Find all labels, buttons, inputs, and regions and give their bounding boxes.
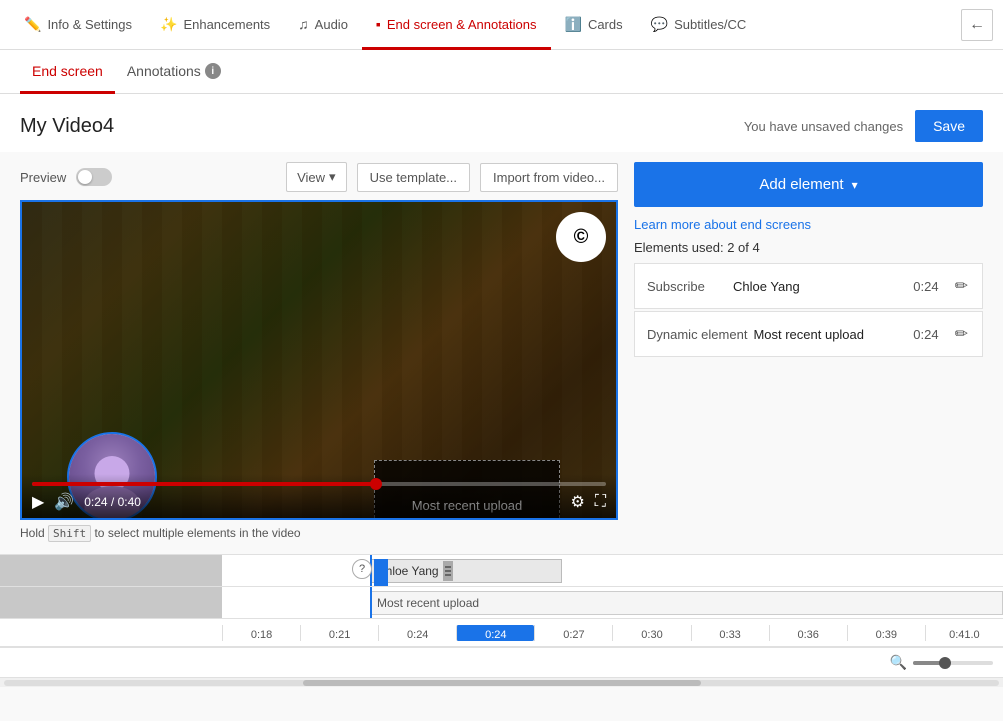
zoom-out-icon[interactable]: 🔍 [890, 654, 907, 671]
video-controls: ▶ 🔊 0:24 / 0:40 ⚙ ⛶ [22, 474, 616, 518]
hold-shift-hint: Hold Shift to select multiple elements i… [20, 526, 618, 540]
sparkle-icon: ✨ [160, 16, 177, 33]
fullscreen-button[interactable]: ⛶ [595, 493, 606, 511]
playhead-icons: ? [352, 559, 388, 587]
chloe-track-bar[interactable]: Chloe Yang [370, 559, 562, 583]
main-content: Preview View ▾ Use template... Import fr… [0, 152, 1003, 550]
video-player: © Most recent upload (Shows on playback) [20, 200, 618, 520]
ruler-tick-033: 0:33 [691, 625, 769, 641]
element-time-upload: 0:24 [913, 327, 938, 342]
ruler-tick-021: 0:21 [300, 625, 378, 641]
back-button[interactable]: ← [961, 9, 993, 41]
zoom-bar: 🔍 [0, 647, 1003, 677]
info-icon: i [205, 63, 221, 79]
upload-track: Most recent upload [0, 587, 1003, 619]
edit-upload-button[interactable]: ✏ [953, 322, 970, 346]
caption-icon: 💬 [651, 16, 668, 33]
element-type-subscribe: Subscribe [647, 279, 727, 294]
progress-dot [370, 478, 382, 490]
nav-cards[interactable]: ℹ️ Cards [551, 1, 637, 50]
element-row-subscribe: Subscribe Chloe Yang 0:24 ✏ [634, 263, 983, 309]
timeline-ruler: 0:18 0:21 0:24 0:24 0:27 0:30 0:33 0:36 … [0, 619, 1003, 647]
learn-more-link[interactable]: Learn more about end screens [634, 217, 983, 232]
add-element-button[interactable]: Add element ▾ [634, 162, 983, 207]
volume-button[interactable]: 🔊 [54, 492, 74, 512]
play-button[interactable]: ▶ [32, 492, 44, 512]
nav-audio[interactable]: ♫ Audio [284, 1, 362, 50]
ruler-ticks: 0:18 0:21 0:24 0:24 0:27 0:30 0:33 0:36 … [222, 625, 1003, 641]
unsaved-changes-text: You have unsaved changes [744, 119, 903, 134]
nav-enhancements[interactable]: ✨ Enhancements [146, 1, 284, 50]
toggle-knob [78, 170, 92, 184]
zoom-slider[interactable] [913, 661, 993, 665]
element-time-subscribe: 0:24 [913, 279, 938, 294]
ruler-tick-018: 0:18 [222, 625, 300, 641]
playhead-marker [374, 559, 388, 587]
tab-annotations[interactable]: Annotations i [115, 51, 233, 94]
element-type-dynamic: Dynamic element [647, 327, 747, 342]
nav-subtitles[interactable]: 💬 Subtitles/CC [637, 1, 761, 50]
cc-logo: © [556, 212, 606, 262]
ruler-tick-030: 0:30 [612, 625, 690, 641]
track-content-upload: Most recent upload [222, 587, 1003, 618]
question-icon[interactable]: ? [352, 559, 372, 579]
ruler-tick-024-active[interactable]: 0:24 [456, 625, 534, 641]
nav-endscreen[interactable]: ▪ End screen & Annotations [362, 1, 551, 50]
save-button[interactable]: Save [915, 110, 983, 142]
preview-toggle[interactable] [76, 168, 112, 186]
nav-info[interactable]: ✏️ Info & Settings [10, 1, 146, 50]
scroll-thumb[interactable] [303, 680, 701, 686]
pencil-icon: ✏️ [24, 16, 41, 33]
view-button[interactable]: View ▾ [286, 162, 346, 192]
time-display: 0:24 / 0:40 [84, 495, 141, 509]
timeline-section: ? Chloe Yang Most recent upload [0, 554, 1003, 687]
ruler-tick-041: 0:41.0 [925, 625, 1003, 641]
track-gray-upload [0, 587, 222, 618]
chevron-down-icon: ▾ [852, 178, 858, 192]
preview-label: Preview [20, 170, 66, 185]
ruler-tick-027: 0:27 [534, 625, 612, 641]
use-template-button[interactable]: Use template... [357, 163, 470, 192]
header-right: You have unsaved changes Save [744, 110, 983, 142]
music-icon: ♫ [298, 16, 309, 32]
left-panel: Preview View ▾ Use template... Import fr… [20, 152, 618, 540]
ruler-tick-039: 0:39 [847, 625, 925, 641]
import-from-video-button[interactable]: Import from video... [480, 163, 618, 192]
chloe-track: ? Chloe Yang [0, 555, 1003, 587]
track-gray-chloe [0, 555, 222, 586]
edit-subscribe-button[interactable]: ✏ [953, 274, 970, 298]
progress-bar[interactable] [32, 482, 606, 486]
progress-fill [32, 482, 376, 486]
elements-used-count: Elements used: 2 of 4 [634, 240, 983, 255]
right-panel: Add element ▾ Learn more about end scree… [634, 152, 983, 540]
video-background: © Most recent upload (Shows on playback) [22, 202, 616, 518]
sub-tabs: End screen Annotations i [0, 50, 1003, 94]
page-header: My Video4 You have unsaved changes Save [0, 94, 1003, 152]
scroll-track[interactable] [4, 680, 999, 686]
scroll-bar [0, 677, 1003, 687]
controls-row: ▶ 🔊 0:24 / 0:40 ⚙ ⛶ [32, 492, 606, 512]
monitor-icon: ▪ [376, 16, 381, 32]
drag-handle[interactable] [443, 561, 453, 581]
ruler-tick-024-current: 0:24 [378, 625, 456, 641]
preview-bar: Preview View ▾ Use template... Import fr… [20, 152, 618, 200]
top-nav: ✏️ Info & Settings ✨ Enhancements ♫ Audi… [0, 0, 1003, 50]
upload-track-bar[interactable]: Most recent upload [370, 591, 1003, 615]
element-row-upload: Dynamic element Most recent upload 0:24 … [634, 311, 983, 357]
zoom-knob [939, 657, 951, 669]
element-name-chloe: Chloe Yang [733, 279, 907, 294]
tab-endscreen[interactable]: End screen [20, 51, 115, 94]
page-title: My Video4 [20, 115, 114, 138]
ruler-tick-036: 0:36 [769, 625, 847, 641]
settings-button[interactable]: ⚙ [570, 492, 584, 512]
element-name-upload: Most recent upload [753, 327, 907, 342]
track-content-chloe: ? Chloe Yang [222, 555, 1003, 586]
info-circle-icon: ℹ️ [565, 16, 582, 33]
timeline-tracks: ? Chloe Yang Most recent upload [0, 555, 1003, 619]
chevron-down-icon: ▾ [329, 169, 336, 185]
